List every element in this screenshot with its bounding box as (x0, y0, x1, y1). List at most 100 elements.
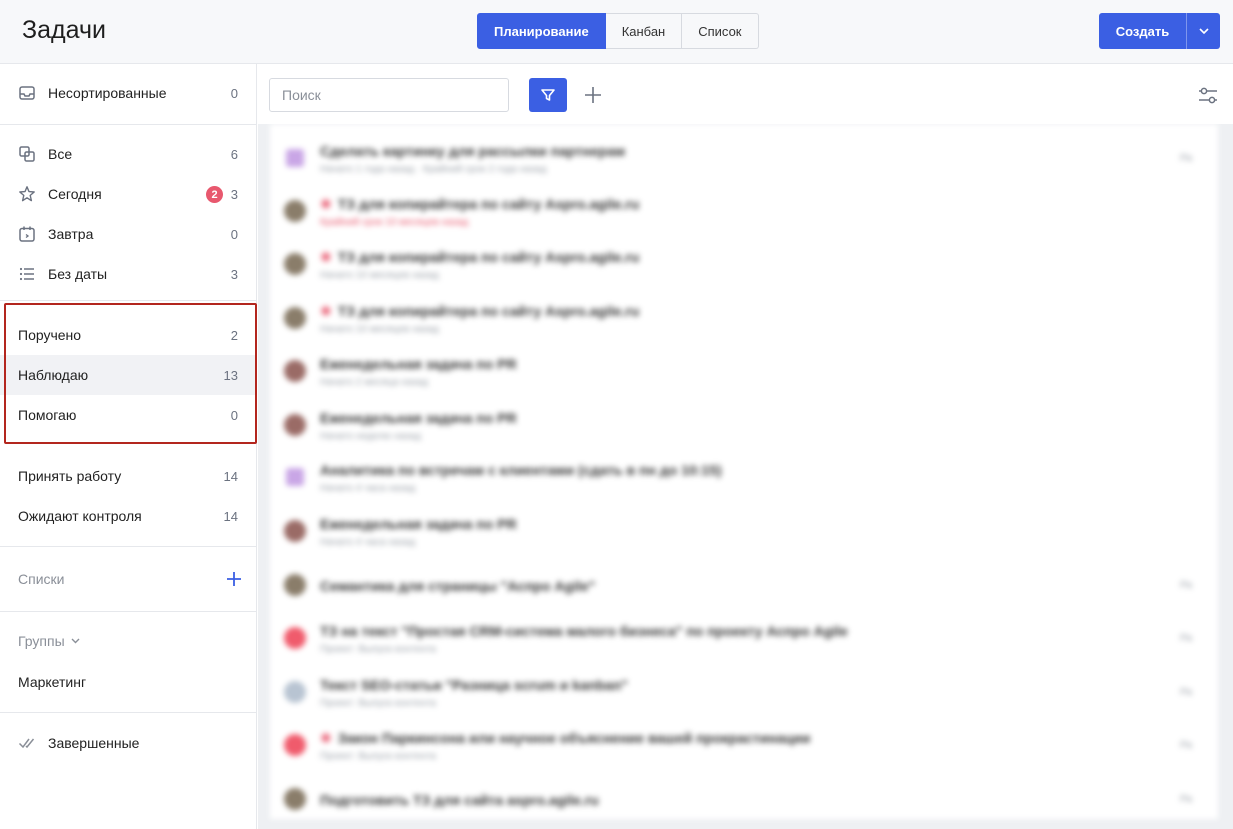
sidebar-item-no-date[interactable]: Без даты 3 (0, 254, 257, 294)
task-meta: Крайний срок 10 месяцев назад (320, 217, 469, 228)
sidebar-item-watching[interactable]: Наблюдаю 13 (0, 355, 257, 395)
sidebar-item-count: 2 (230, 327, 238, 343)
task-title: Семантика для страницы "Аспро Agile" (320, 578, 595, 594)
avatar (284, 788, 306, 810)
sidebar-item-label: Принять работу (18, 468, 122, 484)
task-title-text: ТЗ для копирайтера по сайту Aspro.agile.… (337, 196, 640, 212)
page-title: Задачи (22, 16, 106, 44)
task-row[interactable]: Еженедельная задача по PR Начато неделю н… (270, 397, 1218, 451)
sidebar-item-count: 0 (230, 226, 238, 242)
task-meta: Проект: Выпуск контента (320, 751, 436, 762)
task-assignee-tag[interactable]: Ра (1180, 633, 1192, 644)
sidebar-item-accept-work[interactable]: Принять работу 14 (0, 456, 257, 496)
search-input[interactable] (269, 78, 509, 112)
task-meta: Начато 10 месяцев назад (320, 270, 439, 281)
task-row[interactable]: ТЗ на текст "Простая CRM-система малого … (270, 610, 1218, 664)
sidebar-item-await-control[interactable]: Ожидают контроля 14 (0, 496, 257, 536)
urgent-icon: ✱ (320, 249, 332, 265)
task-row[interactable]: Еженедельная задача по PR Начато 4 часа н… (270, 503, 1218, 557)
sidebar-item-label: Сегодня (48, 186, 102, 202)
project-icon (286, 468, 304, 486)
view-switcher: Планирование Канбан Список (477, 13, 759, 49)
sidebar-item-tomorrow[interactable]: Завтра 0 (0, 214, 257, 254)
sidebar-item-label: Несортированные (48, 85, 167, 101)
list-icon (19, 267, 34, 281)
sidebar-item-completed[interactable]: Завершенные (0, 723, 257, 763)
avatar (284, 574, 306, 596)
avatar (284, 681, 306, 703)
task-meta: Начато 4 часа назад (320, 537, 416, 548)
task-assignee-tag[interactable]: Ра (1180, 153, 1192, 164)
task-title: ✱ ТЗ для копирайтера по сайту Aspro.agile… (320, 249, 639, 266)
task-row[interactable]: ✱ ТЗ для копирайтера по сайту Aspro.agile… (270, 236, 1218, 290)
tab-kanban[interactable]: Канбан (605, 13, 683, 49)
task-meta: Начато 4 часа назад (320, 483, 416, 494)
divider (0, 300, 257, 301)
task-assignee-tag[interactable]: Ра (1180, 580, 1192, 591)
task-row[interactable]: Текст SEO-статьи "Разница scrum и kanban… (270, 664, 1218, 718)
task-meta: Проект: Выпуск контента (320, 698, 436, 709)
task-assignee-tag[interactable]: Ра (1180, 687, 1192, 698)
task-meta: Проект: Выпуск контента (320, 644, 436, 655)
tab-planning[interactable]: Планирование (477, 13, 606, 49)
task-row[interactable]: ✱ Закон Паркинсона или научное объяснение… (270, 717, 1218, 771)
sidebar-item-label: Помогаю (18, 407, 77, 423)
chevron-down-icon (1198, 28, 1209, 35)
task-meta: Начато 10 месяцев назад (320, 324, 439, 335)
task-title: Подготовить ТЗ для сайта aspro.agile.ru (320, 792, 599, 808)
add-filter-button[interactable] (580, 82, 606, 108)
sidebar-item-count: 0 (230, 85, 238, 101)
sidebar-item-group-marketing[interactable]: Маркетинг (0, 662, 257, 702)
groups-section-toggle[interactable]: Группы (18, 633, 80, 649)
project-icon (286, 149, 304, 167)
create-button[interactable]: Создать (1099, 13, 1186, 49)
sidebar-item-all[interactable]: Все 6 (0, 134, 257, 174)
create-dropdown-button[interactable] (1186, 13, 1220, 49)
sidebar-item-label: Наблюдаю (18, 367, 89, 383)
sidebar-item-count: 6 (230, 146, 238, 162)
sidebar-item-unsorted[interactable]: Несортированные 0 (0, 73, 257, 113)
task-title: Аналитика по встречам с клиентами (сдать… (320, 462, 722, 478)
task-title-text: Закон Паркинсона или научное объяснение … (337, 730, 811, 746)
task-title-text: Еженедельная задача по PR (320, 516, 517, 532)
task-row[interactable]: Еженедельная задача по PR Начато 2 месяца… (270, 343, 1218, 397)
sidebar-item-today[interactable]: Сегодня 2 3 (0, 174, 257, 214)
filter-icon (541, 89, 555, 101)
task-title: ✱ Закон Паркинсона или научное объяснение… (320, 730, 810, 747)
task-title-text: Еженедельная задача по PR (320, 356, 517, 372)
task-title: Текст SEO-статьи "Разница scrum и kanban… (320, 677, 628, 693)
view-settings-button[interactable] (1196, 85, 1220, 107)
task-title-text: Подготовить ТЗ для сайта aspro.agile.ru (320, 792, 599, 808)
task-row[interactable]: Аналитика по встречам с клиентами (сдать… (270, 449, 1218, 503)
sidebar-item-count: 14 (223, 468, 238, 484)
task-row[interactable]: Семантика для страницы "Аспро Agile" Ра (270, 557, 1218, 611)
urgent-icon: ✱ (320, 303, 332, 319)
sidebar-item-count: 13 (223, 367, 238, 383)
tab-list[interactable]: Список (682, 13, 759, 49)
sidebar-item-label: Завтра (48, 226, 94, 242)
task-row[interactable]: ✱ ТЗ для копирайтера по сайту Aspro.agile… (270, 183, 1218, 237)
plus-icon (585, 87, 601, 103)
task-row[interactable]: Сделать картинку для рассылки партнерам Н… (270, 130, 1218, 184)
task-row[interactable]: ✱ ТЗ для копирайтера по сайту Aspro.agile… (270, 290, 1218, 344)
urgent-icon: ✱ (320, 196, 332, 212)
task-meta: Начато 2 месяца назад (320, 377, 429, 388)
task-title: ✱ ТЗ для копирайтера по сайту Aspro.agile… (320, 196, 639, 213)
divider (0, 124, 257, 125)
copy-icon (19, 146, 35, 162)
sidebar-item-assigned[interactable]: Поручено 2 (0, 315, 257, 355)
task-title-text: ТЗ для копирайтера по сайту Aspro.agile.… (337, 249, 640, 265)
sliders-icon (1199, 87, 1217, 104)
task-row[interactable]: Подготовить ТЗ для сайта aspro.agile.ru Р… (270, 771, 1218, 819)
sidebar-item-helping[interactable]: Помогаю 0 (0, 395, 257, 435)
task-title: Сделать картинку для рассылки партнерам (320, 143, 625, 159)
sidebar-item-count: 3 (230, 186, 238, 202)
task-assignee-tag[interactable]: Ра (1180, 740, 1192, 751)
add-list-plus-icon[interactable] (226, 571, 242, 587)
avatar (284, 414, 306, 436)
filter-button[interactable] (529, 78, 567, 112)
sidebar-item-count: 0 (230, 407, 238, 423)
task-assignee-tag[interactable]: Ра (1180, 794, 1192, 805)
task-title: Еженедельная задача по PR (320, 410, 517, 426)
avatar (284, 253, 306, 275)
